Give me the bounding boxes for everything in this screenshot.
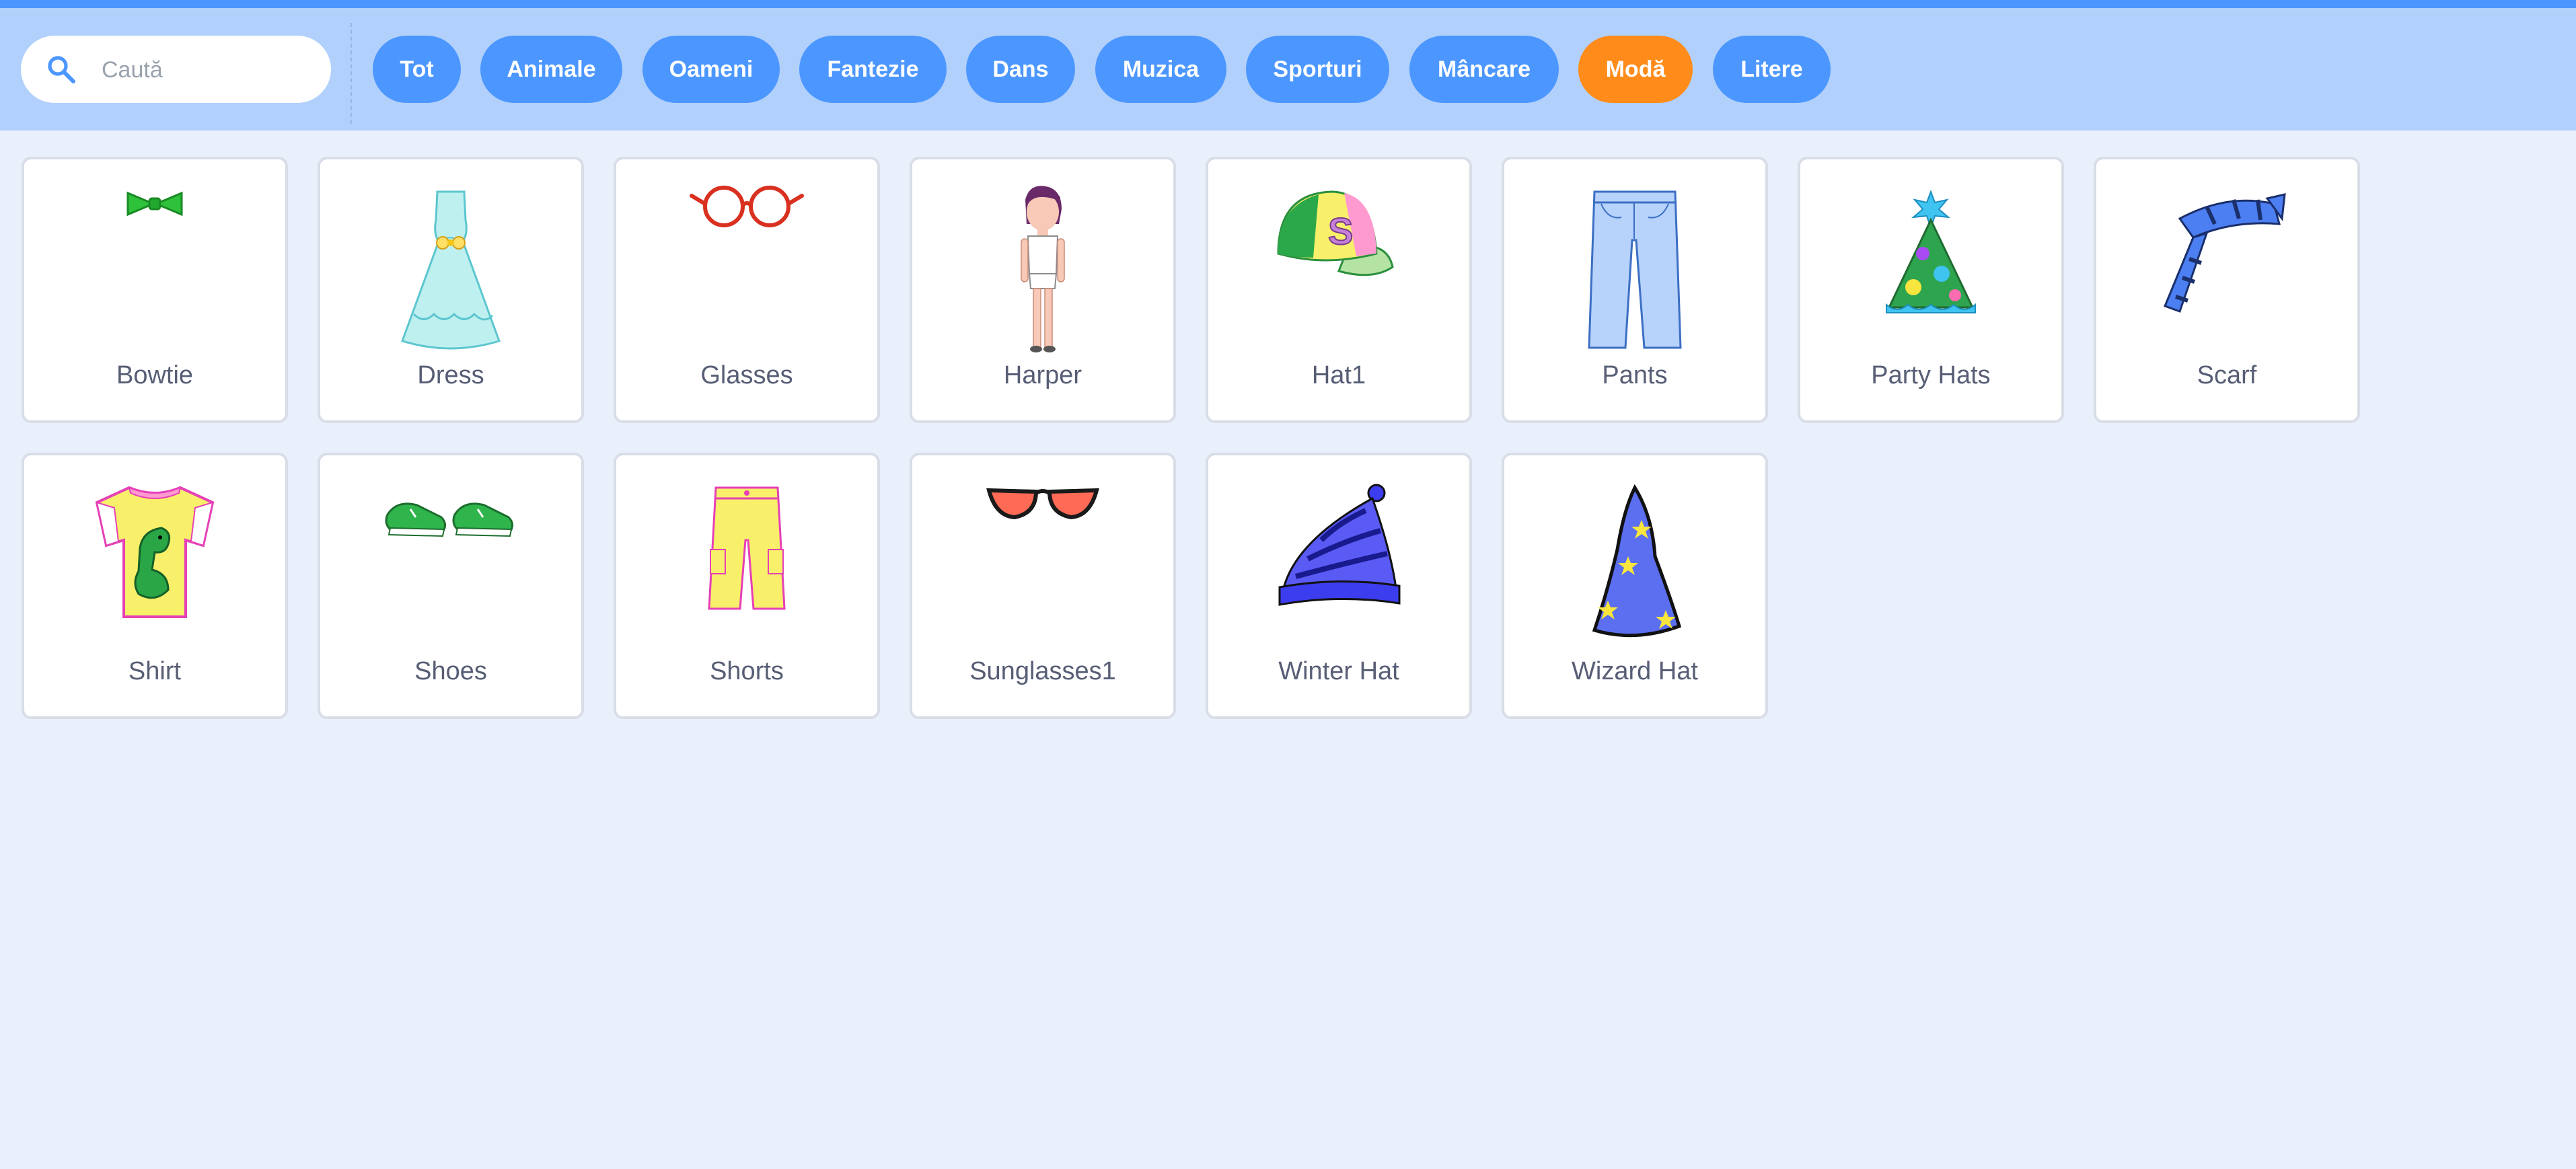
svg-text:S: S <box>1328 210 1353 252</box>
tag-tot[interactable]: Tot <box>373 36 461 103</box>
sprite-label: Scarf <box>2197 361 2257 389</box>
sprite-label: Sunglasses1 <box>969 657 1116 685</box>
sprite-card-party-hats[interactable]: Party Hats <box>1798 157 2064 423</box>
sprite-label: Wizard Hat <box>1572 657 1698 685</box>
winter-hat-icon <box>1238 476 1440 650</box>
glasses-icon <box>646 180 848 354</box>
sunglasses-icon <box>942 476 1144 650</box>
pants-icon <box>1534 180 1736 354</box>
scarf-icon <box>2126 180 2328 354</box>
tag-litere[interactable]: Litere <box>1713 36 1831 103</box>
sprite-card-shirt[interactable]: Shirt <box>22 453 288 719</box>
sprite-label: Glasses <box>700 361 793 389</box>
sprite-label: Shorts <box>710 657 784 685</box>
sprite-card-hat1[interactable]: S Hat1 <box>1206 157 1472 423</box>
shoes-icon <box>350 476 552 650</box>
wizard-hat-icon <box>1534 476 1736 650</box>
shorts-icon <box>646 476 848 650</box>
sprite-card-wizard-hat[interactable]: Wizard Hat <box>1502 453 1768 719</box>
search-box[interactable] <box>21 36 331 103</box>
sprite-label: Hat1 <box>1311 361 1366 389</box>
harper-icon <box>942 180 1144 354</box>
bowtie-icon <box>54 180 256 354</box>
tag-muzica[interactable]: Muzica <box>1095 36 1226 103</box>
sprite-card-pants[interactable]: Pants <box>1502 157 1768 423</box>
tag-moda[interactable]: Modă <box>1578 36 1693 103</box>
sprite-card-sunglasses1[interactable]: Sunglasses1 <box>910 453 1176 719</box>
tag-fantezie[interactable]: Fantezie <box>799 36 947 103</box>
sprite-label: Harper <box>1003 361 1082 389</box>
search-icon <box>48 56 75 83</box>
sprite-label: Winter Hat <box>1278 657 1399 685</box>
sprite-label: Bowtie <box>116 361 194 389</box>
sprite-card-harper[interactable]: Harper <box>910 157 1176 423</box>
sprite-card-scarf[interactable]: Scarf <box>2094 157 2360 423</box>
tag-animale[interactable]: Animale <box>480 36 622 103</box>
top-accent-bar <box>0 0 2576 8</box>
tag-oameni[interactable]: Oameni <box>642 36 780 103</box>
dress-icon <box>350 180 552 354</box>
sprite-label: Pants <box>1602 361 1668 389</box>
library-header: Tot Animale Oameni Fantezie Dans Muzica … <box>0 8 2576 130</box>
tag-sporturi[interactable]: Sporturi <box>1246 36 1389 103</box>
sprite-card-winter-hat[interactable]: Winter Hat <box>1206 453 1472 719</box>
party-hat-icon <box>1830 180 2032 354</box>
header-divider <box>351 23 352 124</box>
sprite-card-shorts[interactable]: Shorts <box>614 453 880 719</box>
cap-icon: S <box>1238 180 1440 354</box>
sprite-label: Shoes <box>414 657 487 685</box>
shirt-icon <box>54 476 256 650</box>
sprite-card-bowtie[interactable]: Bowtie <box>22 157 288 423</box>
sprite-card-dress[interactable]: Dress <box>318 157 584 423</box>
sprite-label: Party Hats <box>1871 361 1991 389</box>
search-input[interactable] <box>100 49 318 91</box>
sprite-card-shoes[interactable]: Shoes <box>318 453 584 719</box>
sprite-label: Dress <box>417 361 484 389</box>
tag-mancare[interactable]: Mâncare <box>1409 36 1559 103</box>
tag-dans[interactable]: Dans <box>966 36 1075 103</box>
sprite-label: Shirt <box>128 657 182 685</box>
sprite-card-glasses[interactable]: Glasses <box>614 157 880 423</box>
